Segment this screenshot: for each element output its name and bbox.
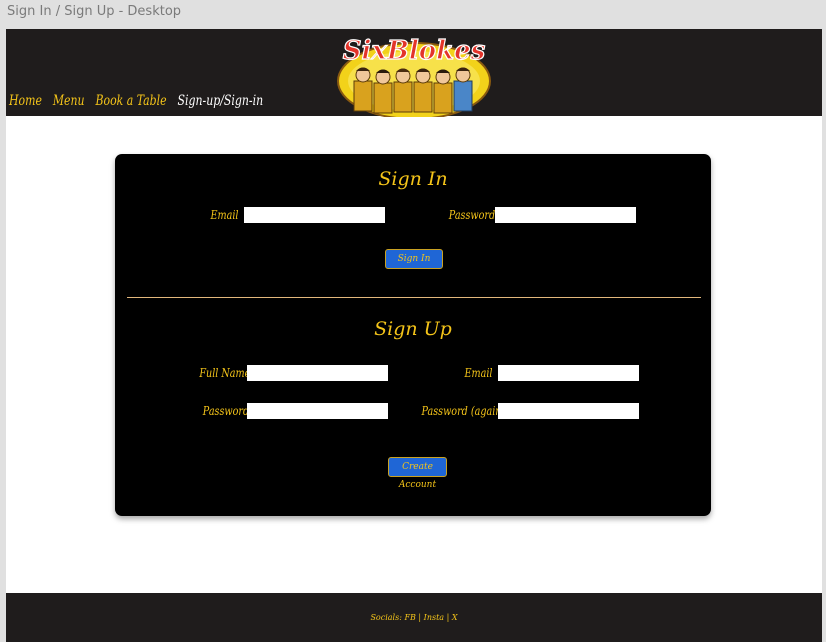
footer-socials[interactable]: Socials: FB | Insta | X: [6, 613, 822, 622]
signin-title: Sign In: [378, 168, 448, 190]
signup-email-input[interactable]: [498, 365, 639, 381]
section-divider: [127, 297, 701, 298]
signup-title: Sign Up: [374, 318, 452, 340]
signup-email-label: Email: [464, 366, 493, 380]
auth-card: Sign In Email Password Sign In Sign Up F…: [115, 154, 711, 516]
site-header: Home Menu Book a Table Sign-up/Sign-in S…: [6, 29, 822, 117]
signin-password-label: Password: [448, 208, 496, 222]
nav-item-home[interactable]: Home: [9, 93, 42, 109]
nav-item-book-table[interactable]: Book a Table: [95, 93, 166, 109]
signup-password-again-input[interactable]: [498, 403, 639, 419]
logo-wordmark: SixBlokes: [343, 36, 486, 66]
create-account-button[interactable]: Create Account: [388, 457, 447, 490]
frame-title: Sign In / Sign Up - Desktop: [7, 4, 182, 19]
signup-password-input[interactable]: [247, 403, 388, 419]
signup-password-label: Password: [202, 404, 250, 418]
signup-fullname-input[interactable]: [247, 365, 388, 381]
sixblokes-logo[interactable]: SixBlokes: [336, 31, 492, 117]
nav-item-menu[interactable]: Menu: [53, 93, 85, 109]
signup-password-again-label: Password (again): [421, 404, 506, 418]
nav-item-signup-signin[interactable]: Sign-up/Sign-in: [178, 93, 264, 109]
site-footer: Socials: FB | Insta | X: [6, 593, 822, 642]
signin-email-input[interactable]: [244, 207, 385, 223]
signin-email-label: Email: [210, 208, 239, 222]
signup-fullname-label: Full Name: [199, 366, 251, 380]
main-nav: Home Menu Book a Table Sign-up/Sign-in: [9, 93, 274, 109]
signin-button[interactable]: Sign In: [385, 249, 443, 269]
signin-password-input[interactable]: [495, 207, 636, 223]
page-canvas: Home Menu Book a Table Sign-up/Sign-in S…: [6, 29, 822, 642]
